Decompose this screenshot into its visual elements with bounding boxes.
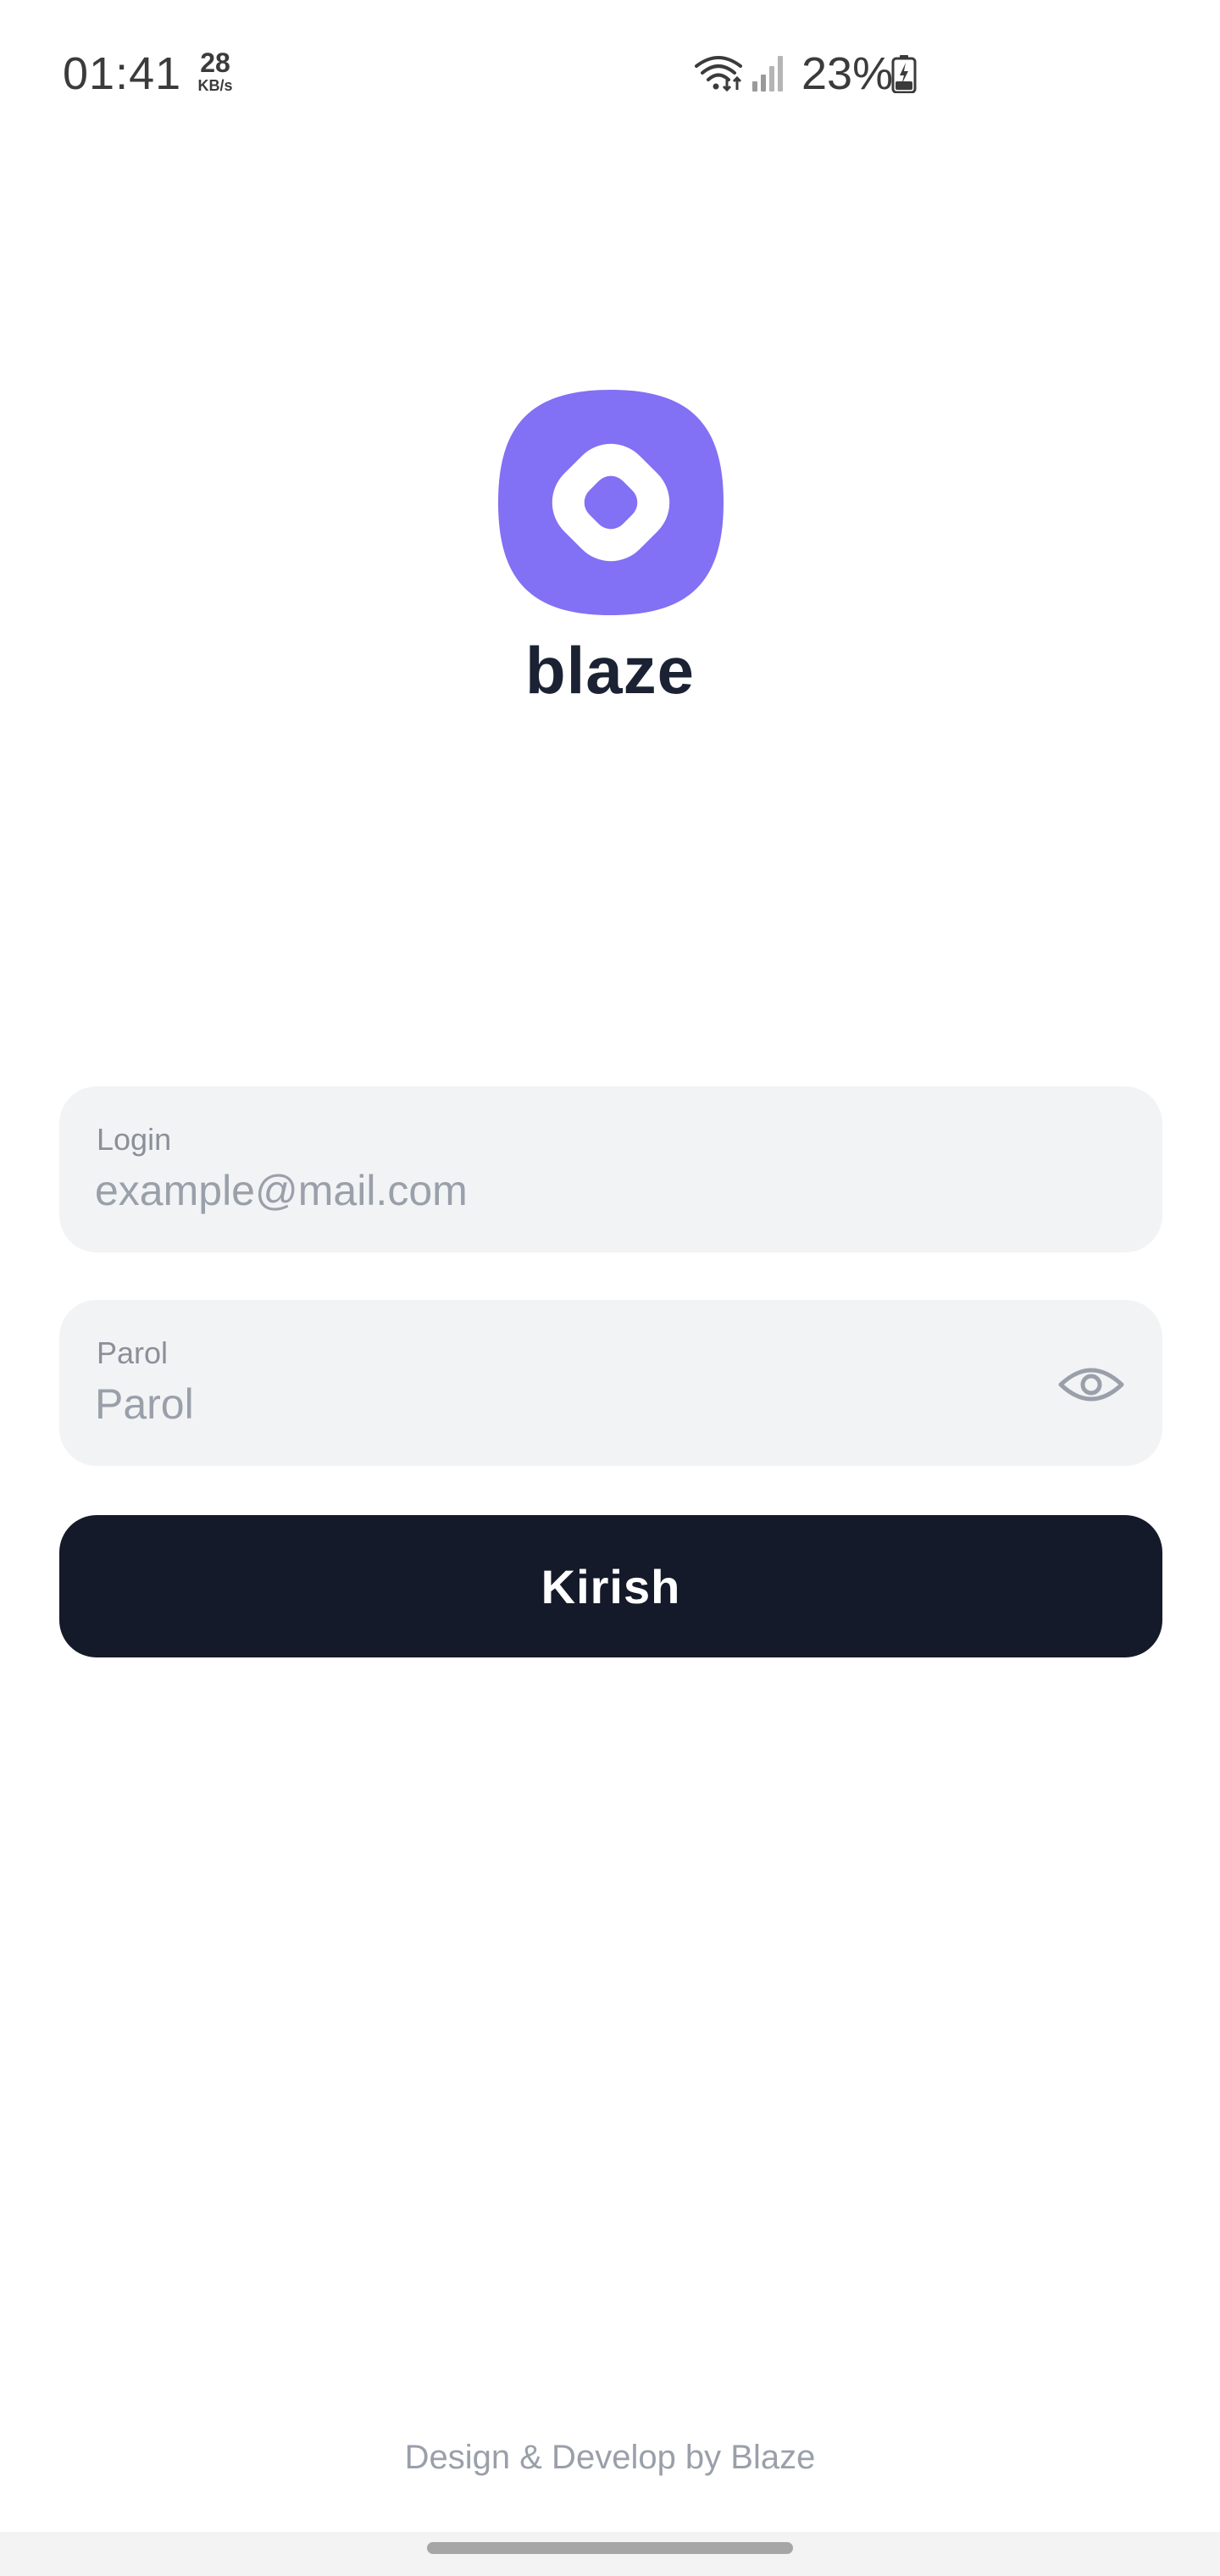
login-submit-button[interactable]: Kirish <box>59 1515 1162 1657</box>
password-label: Parol <box>97 1335 169 1370</box>
navigation-bar <box>0 2532 1220 2576</box>
status-time: 01:41 <box>63 48 182 99</box>
password-field[interactable]: Parol <box>59 1300 1162 1466</box>
wifi-icon <box>695 56 742 92</box>
network-speed: 28 KB/s <box>190 49 241 93</box>
login-input[interactable] <box>95 1161 1027 1220</box>
login-screen: 01:41 28 KB/s 23% blaze Login example@ma… <box>0 0 1220 2576</box>
login-field[interactable]: Login <box>59 1086 1162 1252</box>
footer-credit: Design & Develop by Blaze <box>404 2439 816 2476</box>
login-label: Login <box>97 1122 172 1157</box>
battery-charging-icon <box>891 55 917 93</box>
network-speed-unit: KB/s <box>197 77 233 94</box>
home-indicator[interactable] <box>427 2542 793 2554</box>
signal-icon <box>752 56 783 92</box>
blaze-logo-icon <box>498 390 724 615</box>
battery-percent: 23% <box>801 48 894 99</box>
password-input[interactable] <box>95 1374 1027 1434</box>
brand-name: blaze <box>524 633 696 708</box>
network-speed-value: 28 <box>200 47 230 78</box>
status-bar: 01:41 28 KB/s 23% <box>0 0 1220 144</box>
eye-icon[interactable] <box>1057 1351 1125 1418</box>
